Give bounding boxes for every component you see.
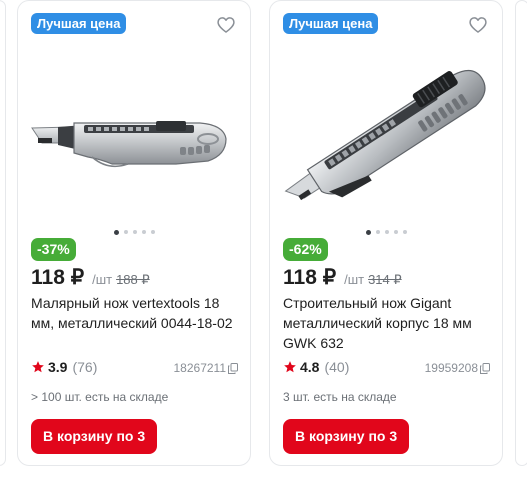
product-title[interactable]: Малярный нож vertextools 18 мм, металлич…: [31, 293, 243, 333]
product-title[interactable]: Строительный нож Gigant металлический ко…: [283, 293, 495, 353]
carousel-dot[interactable]: [150, 230, 155, 234]
product-code[interactable]: 19959208: [425, 361, 490, 375]
heart-icon[interactable]: [216, 15, 236, 35]
carousel-dot[interactable]: [365, 229, 371, 235]
copy-icon[interactable]: [480, 362, 490, 374]
discount-badge: -37%: [31, 238, 76, 261]
carousel-dot[interactable]: [113, 229, 119, 235]
price: 118 ₽: [283, 266, 337, 289]
price-row: 118 ₽ /шт 188 ₽: [31, 265, 150, 290]
image-carousel-dots[interactable]: [18, 229, 250, 235]
rating[interactable]: 4.8 (40): [283, 359, 349, 375]
product-card-partial-left[interactable]: [0, 0, 6, 466]
best-price-badge: Лучшая цена: [31, 13, 127, 34]
product-code[interactable]: 18267211: [173, 361, 238, 375]
price-unit: /шт: [92, 272, 113, 287]
product-code-value: 18267211: [173, 361, 227, 375]
product-image[interactable]: [28, 61, 242, 211]
stock-status: > 100 шт. есть на складе: [31, 390, 169, 404]
image-carousel-dots[interactable]: [270, 229, 502, 235]
carousel-dot[interactable]: [375, 230, 380, 234]
rating-value: 4.8: [300, 359, 320, 375]
carousel-dot[interactable]: [132, 230, 137, 234]
heart-icon[interactable]: [468, 15, 488, 35]
rating[interactable]: 3.9 (76): [31, 359, 97, 375]
product-card[interactable]: Лучшая цена: [17, 0, 251, 466]
price-unit: /шт: [344, 272, 365, 287]
add-to-cart-button[interactable]: В корзину по 3: [283, 419, 410, 454]
star-icon: [32, 361, 44, 373]
carousel-dot[interactable]: [393, 230, 398, 234]
discount-badge: -62%: [283, 238, 328, 261]
carousel-dot[interactable]: [141, 230, 146, 234]
reviews-count[interactable]: (40): [324, 359, 349, 375]
carousel-dot[interactable]: [402, 230, 407, 234]
price-row: 118 ₽ /шт 314 ₽: [283, 265, 402, 290]
product-code-value: 19959208: [424, 361, 478, 375]
stock-status: 3 шт. есть на складе: [283, 390, 397, 404]
copy-icon[interactable]: [228, 362, 238, 374]
old-price: 314 ₽: [368, 272, 402, 287]
star-icon: [284, 361, 296, 373]
product-image[interactable]: [280, 61, 494, 211]
product-card-partial-right[interactable]: [515, 0, 527, 466]
add-to-cart-button[interactable]: В корзину по 3: [31, 419, 158, 454]
carousel-dot[interactable]: [384, 230, 389, 234]
reviews-count[interactable]: (76): [72, 359, 97, 375]
product-card[interactable]: Лучшая цена: [269, 0, 503, 466]
old-price: 188 ₽: [116, 272, 150, 287]
best-price-badge: Лучшая цена: [283, 13, 379, 34]
carousel-dot[interactable]: [123, 230, 128, 234]
rating-value: 3.9: [48, 359, 68, 375]
price: 118 ₽: [31, 266, 85, 289]
